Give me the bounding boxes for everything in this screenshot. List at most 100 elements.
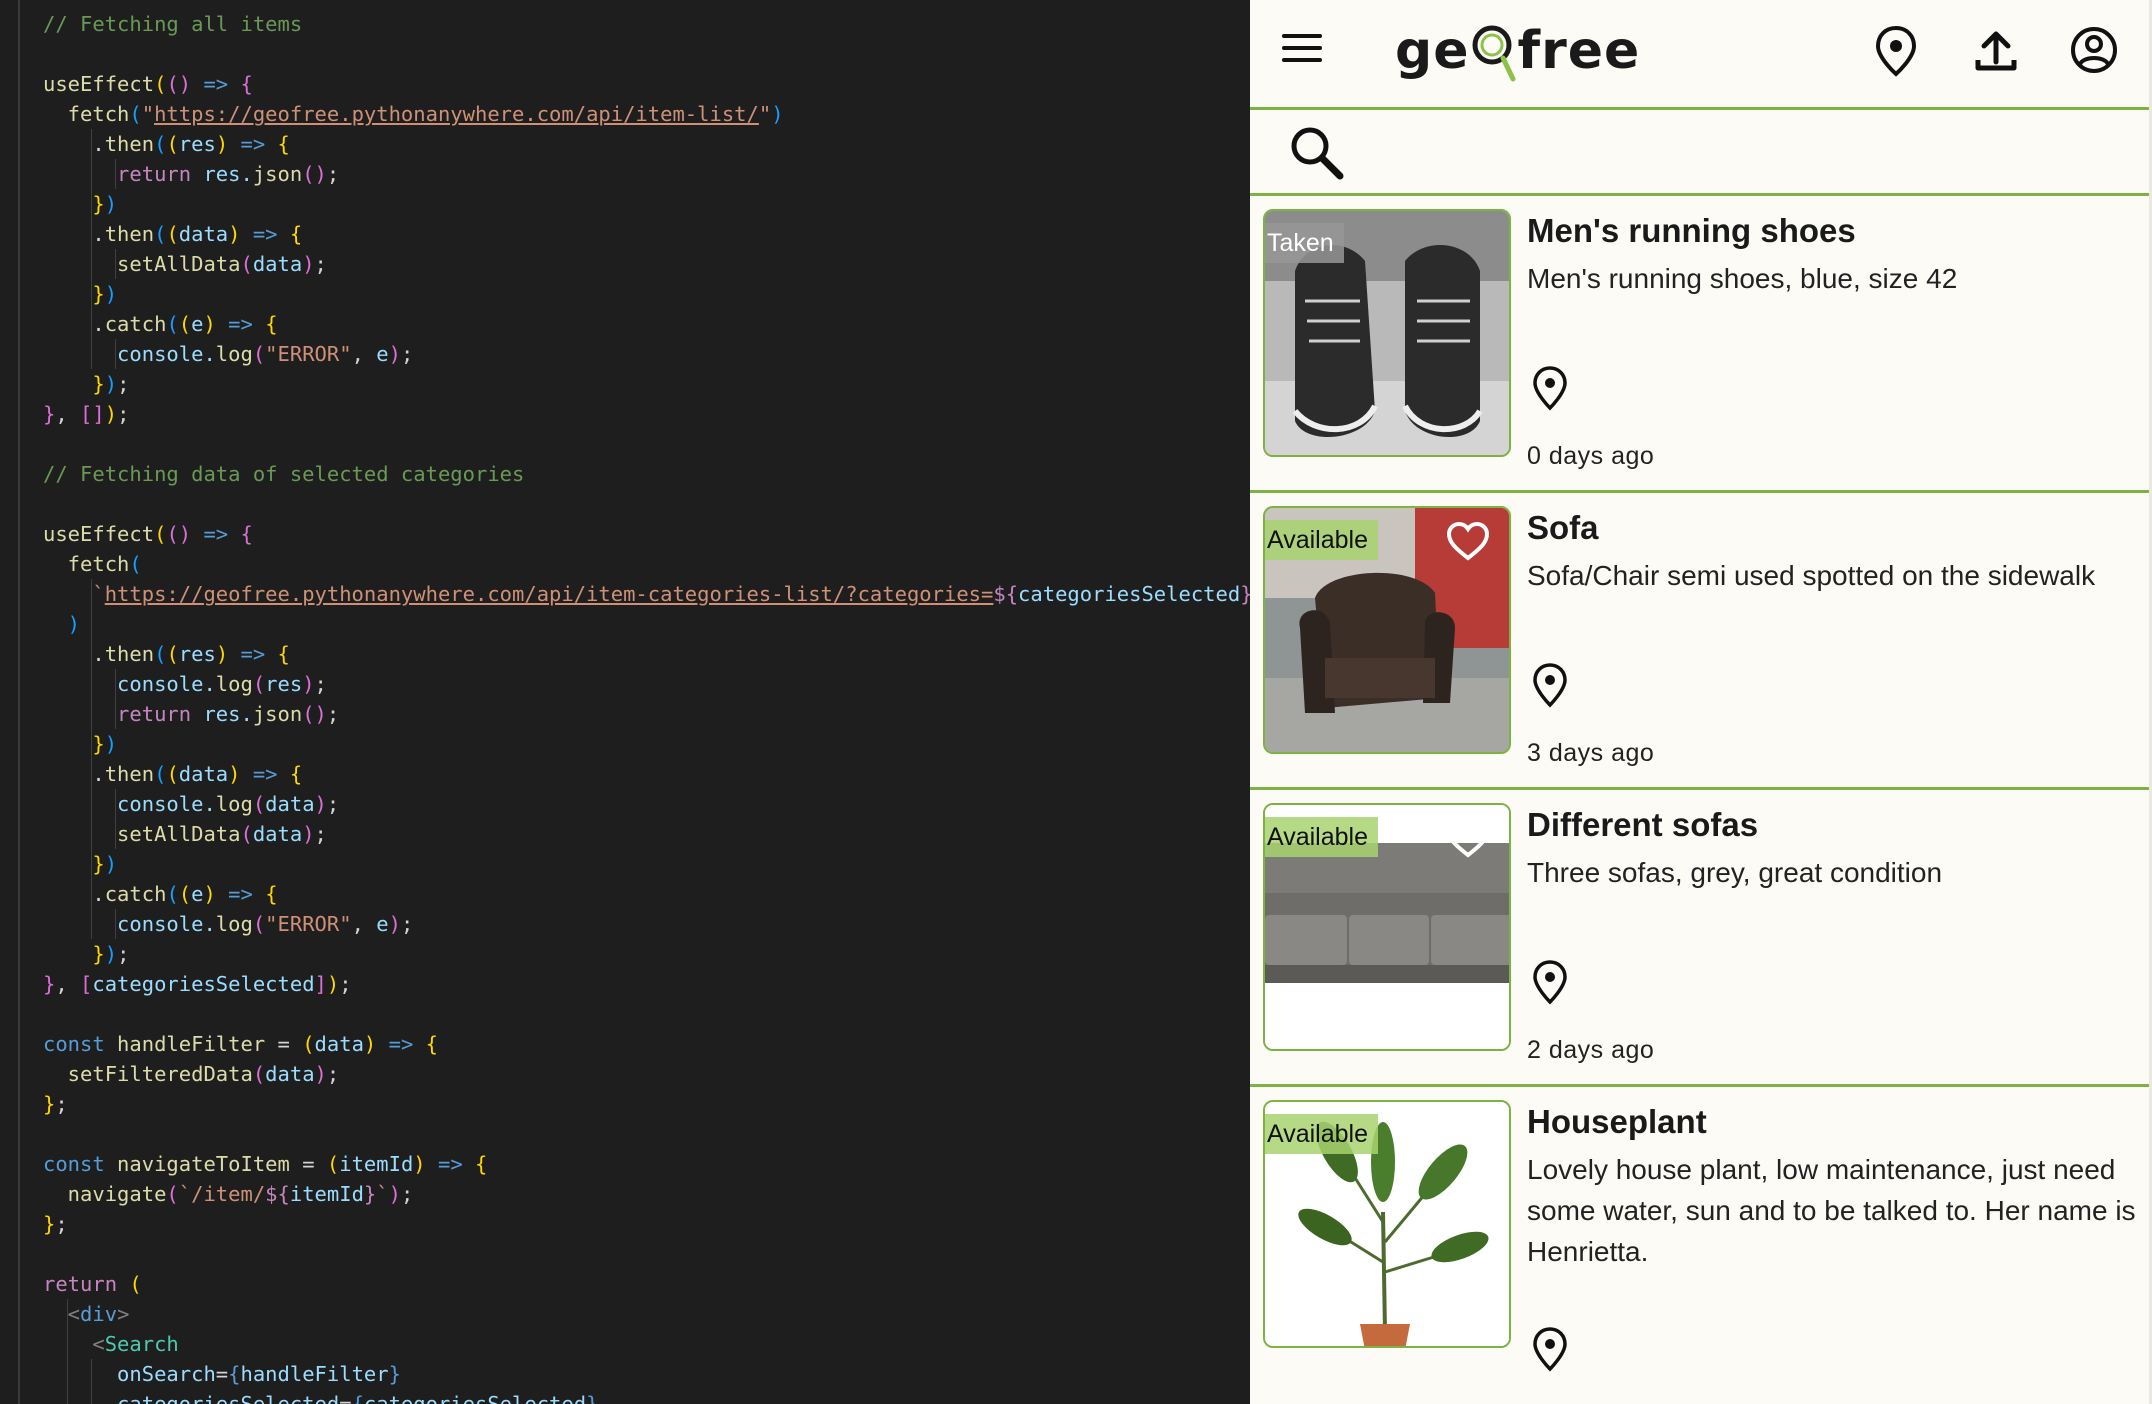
editor-gutter (18, 0, 20, 1404)
item-card-houseplant[interactable]: Available Houseplant Lovely house plant,… (1250, 1087, 2149, 1384)
upload-icon[interactable] (1970, 22, 2022, 78)
code-token: div (80, 1302, 118, 1326)
location-pin-icon[interactable] (1530, 1325, 1570, 1373)
location-pin-icon[interactable] (1530, 661, 1570, 709)
code-token: res (178, 642, 216, 666)
code-token: categoriesSelected (1018, 582, 1241, 606)
code-token: ( (252, 672, 266, 696)
code-token: ; (314, 672, 327, 696)
code-token: } (363, 1182, 377, 1206)
code-token: https://geofree.pythonanywhere.com/api/i… (154, 102, 759, 126)
app-logo[interactable]: ge free (1395, 6, 1640, 96)
code-line: return res.json(); (43, 159, 339, 189)
code-line: .catch((e) => { (43, 309, 277, 339)
code-token: " (141, 102, 155, 126)
code-token: ( (166, 222, 179, 246)
code-token: . (43, 642, 105, 666)
code-token: ) (203, 312, 216, 336)
armchair-photo: Available (1263, 506, 1511, 754)
code-token: = (339, 1392, 352, 1404)
code-token: { (277, 642, 290, 666)
item-card-sofa[interactable]: Available Sofa Sofa/Chair semi used spot… (1250, 493, 2149, 790)
code-token: data (252, 252, 303, 276)
code-token: < (43, 1302, 81, 1326)
code-token: ) (43, 612, 81, 636)
code-line: }) (43, 279, 117, 309)
code-line: .then((data) => { (43, 759, 302, 789)
code-token: ; (117, 402, 130, 426)
code-token: ( (302, 1032, 315, 1056)
code-token: => (228, 642, 278, 666)
code-token: => (240, 222, 290, 246)
heart-icon[interactable] (1445, 817, 1491, 859)
code-token: "ERROR" (265, 912, 352, 936)
code-line: }) (43, 729, 117, 759)
code-line: }) (43, 189, 117, 219)
code-token: ) (302, 252, 315, 276)
indent-guide (115, 669, 116, 729)
location-pin-icon[interactable] (1530, 364, 1570, 412)
code-line: .then((res) => { (43, 639, 290, 669)
map-pin-icon[interactable] (1870, 22, 1922, 78)
code-token: { (289, 762, 303, 786)
code-token: } (43, 282, 105, 306)
code-token: ( (326, 1152, 340, 1176)
code-token: < (43, 1332, 105, 1356)
code-token: const (43, 1152, 105, 1176)
code-editor[interactable]: // Fetching all items useEffect(() => { f… (0, 0, 1250, 1404)
code-token: ; (326, 792, 340, 816)
code-token: , (351, 912, 377, 936)
location-pin-icon[interactable] (1530, 958, 1570, 1006)
item-description: Sofa/Chair semi used spotted on the side… (1527, 560, 2096, 591)
search-input[interactable] (1360, 126, 2120, 178)
code-token: () (302, 162, 327, 186)
item-age: 0 days ago (1527, 442, 1655, 470)
item-age: 3 days ago (1527, 739, 1655, 767)
code-token: fetch (43, 102, 130, 126)
shoes-photo: Taken (1263, 209, 1511, 457)
heart-icon[interactable] (1445, 520, 1491, 562)
code-token: , (351, 342, 377, 366)
code-token: return (43, 162, 192, 186)
code-line: return ( (43, 1269, 142, 1299)
code-token: ) (215, 642, 229, 666)
item-card-different-sofas[interactable]: Available Different sofas Three sofas, g… (1250, 790, 2149, 1087)
code-token: ) (388, 1182, 401, 1206)
search-icon[interactable] (1286, 122, 1346, 182)
code-line: const navigateToItem = (itemId) => { (43, 1149, 487, 1179)
code-token: => (191, 522, 241, 546)
code-token: . (43, 222, 105, 246)
indent-guide (115, 249, 116, 279)
code-token: ( (154, 132, 167, 156)
menu-icon[interactable] (1280, 30, 1324, 66)
code-token: then (104, 222, 155, 246)
code-token: ( (252, 792, 266, 816)
item-card-running-shoes[interactable]: Taken Men's running shoes Men's running … (1250, 196, 2149, 493)
code-token: ) (104, 192, 118, 216)
code-token: res (265, 672, 303, 696)
code-token: } (586, 1392, 599, 1404)
code-token: ; (117, 942, 130, 966)
code-token: ) (388, 342, 401, 366)
code-line: .then((res) => { (43, 129, 290, 159)
code-token: => (376, 1032, 426, 1056)
code-token: ( (154, 642, 167, 666)
item-title: Houseplant (1527, 1103, 1707, 1140)
account-icon[interactable] (2068, 22, 2120, 78)
code-token: ( (166, 882, 179, 906)
code-token: ) (104, 402, 118, 426)
status-badge: Taken (1265, 223, 1344, 263)
code-token: "ERROR" (265, 342, 352, 366)
code-token: = (265, 1032, 303, 1056)
indent-guide (115, 339, 116, 369)
code-token: ) (203, 882, 216, 906)
code-token: ${ (265, 1182, 290, 1206)
code-token: res. (191, 162, 253, 186)
code-token: https://geofree.pythonanywhere.com/api/i… (104, 582, 994, 606)
code-token: json (252, 162, 303, 186)
indent-guide (91, 129, 92, 369)
code-token: const (43, 1032, 105, 1056)
code-token: } (43, 972, 56, 996)
code-token: () (302, 702, 327, 726)
code-token: setAllData (43, 252, 241, 276)
